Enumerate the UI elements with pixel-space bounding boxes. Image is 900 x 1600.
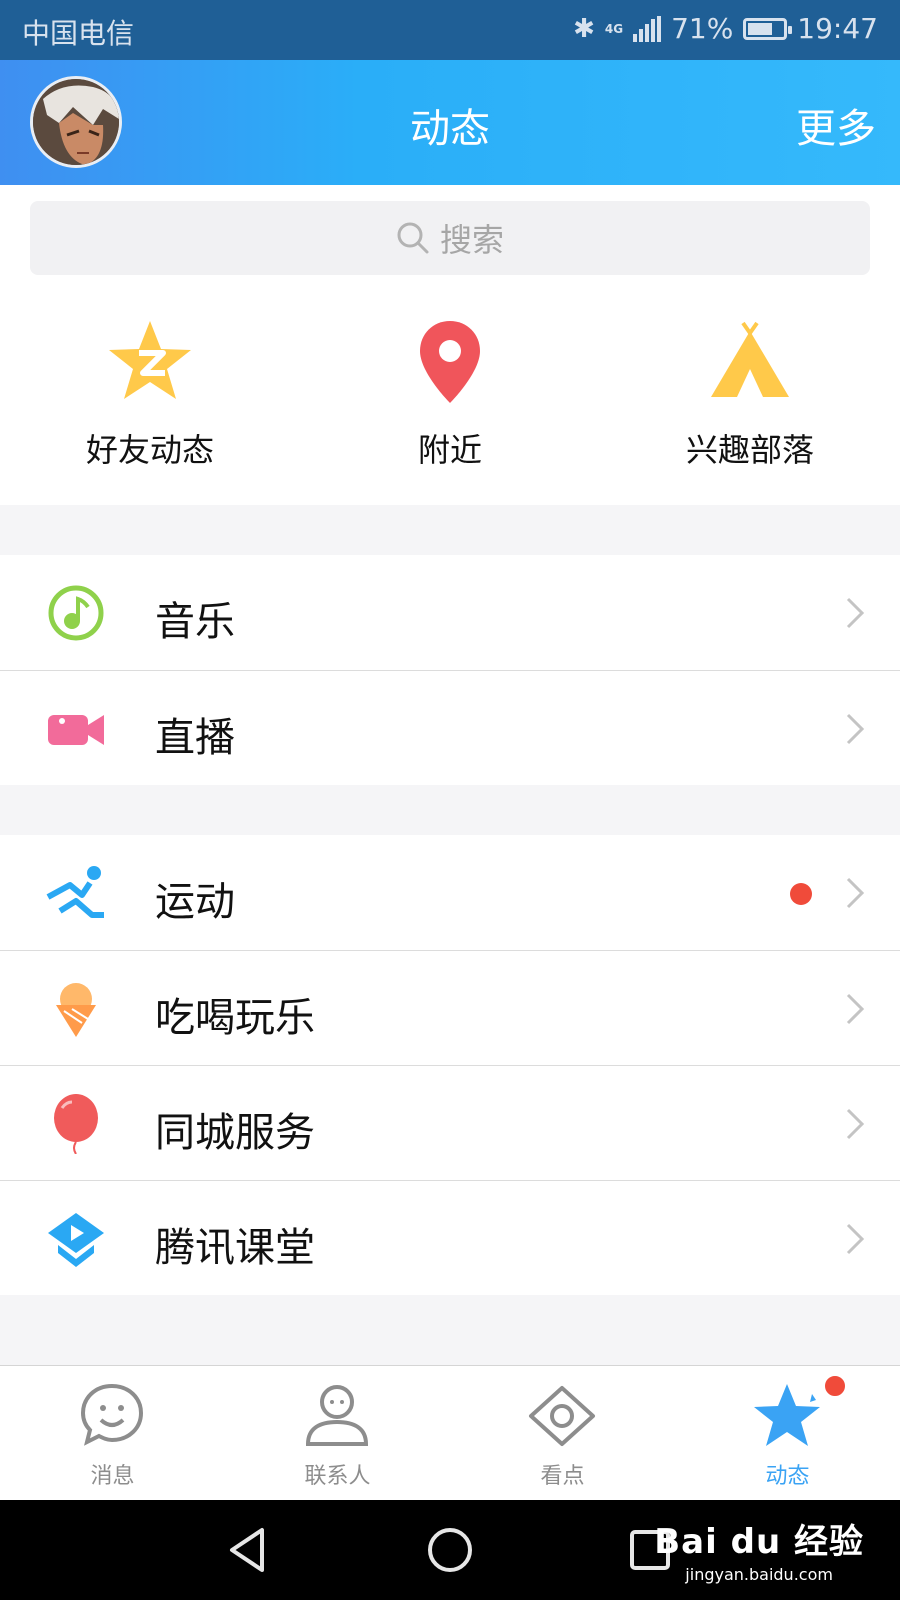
chevron-right-icon <box>846 1223 865 1255</box>
clock: 19:47 <box>797 12 878 45</box>
menu-group-services: 运动 吃喝玩乐 同城服务 腾讯课堂 <box>0 835 900 1295</box>
search-icon <box>397 222 429 254</box>
more-button[interactable]: 更多 <box>796 96 876 154</box>
quick-action-friends-feed[interactable]: 好友动态 <box>0 295 300 505</box>
tab-notification-badge <box>823 1374 847 1398</box>
chevron-right-icon <box>846 713 865 745</box>
running-icon <box>46 866 104 918</box>
watermark-url: jingyan.baidu.com <box>685 1565 833 1584</box>
quick-action-label: 好友动态 <box>85 431 214 469</box>
bottom-tab-bar: 消息 联系人 看点 动态 <box>0 1365 900 1500</box>
battery-percent: 71% <box>671 12 734 45</box>
qzone-star-icon <box>109 321 191 399</box>
chevron-right-icon <box>846 597 865 629</box>
tab-label: 消息 <box>90 1464 135 1489</box>
system-nav-bar: Bai du 经验 jingyan.baidu.com <box>0 1500 900 1600</box>
balloon-icon <box>54 1094 98 1154</box>
video-camera-icon <box>48 715 104 745</box>
menu-item-music[interactable]: 音乐 <box>0 555 900 670</box>
quick-action-label: 附近 <box>417 431 482 469</box>
watermark-logo: Bai du 经验 <box>654 1522 864 1562</box>
chevron-right-icon <box>846 993 865 1025</box>
chevron-right-icon <box>846 1108 865 1140</box>
tab-label: 动态 <box>765 1464 810 1489</box>
menu-item-sports[interactable]: 运动 <box>0 835 900 950</box>
quick-action-interest-tribe[interactable]: 兴趣部落 <box>600 295 900 505</box>
home-icon[interactable] <box>422 1522 478 1578</box>
music-icon <box>48 585 104 641</box>
quick-action-nearby[interactable]: 附近 <box>300 295 600 505</box>
classroom-icon <box>48 1213 104 1267</box>
menu-item-food-fun[interactable]: 吃喝玩乐 <box>0 950 900 1065</box>
quick-action-label: 兴趣部落 <box>685 431 814 469</box>
quick-actions: 好友动态 附近 兴趣部落 <box>0 295 900 505</box>
search-placeholder: 搜索 <box>439 221 504 259</box>
menu-item-label: 同城服务 <box>155 1110 315 1156</box>
person-icon <box>305 1385 369 1446</box>
search-input[interactable]: 搜索 <box>30 201 870 275</box>
back-icon[interactable] <box>222 1522 278 1578</box>
star-icon <box>754 1384 820 1446</box>
menu-item-label: 腾讯课堂 <box>155 1225 315 1271</box>
menu-group-media: 音乐 直播 <box>0 555 900 785</box>
menu-item-local-services[interactable]: 同城服务 <box>0 1065 900 1180</box>
tab-label: 看点 <box>540 1464 585 1489</box>
menu-item-label: 音乐 <box>155 599 235 645</box>
app-header: 动态 更多 <box>0 60 900 185</box>
status-bar: 中国电信 ✱ 4G 71% 19:47 <box>0 0 900 60</box>
tab-label: 联系人 <box>304 1464 371 1489</box>
tab-messages[interactable]: 消息 <box>0 1366 225 1501</box>
status-icons: ✱ 4G 71% 19:47 <box>573 12 878 45</box>
search-area: 搜索 <box>0 185 900 295</box>
menu-item-label: 吃喝玩乐 <box>155 995 315 1041</box>
signal-icon <box>633 15 662 42</box>
eye-icon <box>529 1386 595 1446</box>
notification-dot <box>790 883 812 905</box>
ice-cream-icon <box>56 983 96 1037</box>
watermark: Bai du 经验 jingyan.baidu.com <box>654 1514 864 1584</box>
tab-kandian[interactable]: 看点 <box>450 1366 675 1501</box>
network-type: 4G <box>604 21 624 36</box>
menu-item-label: 直播 <box>155 715 235 761</box>
tab-contacts[interactable]: 联系人 <box>225 1366 450 1501</box>
page-title: 动态 <box>410 106 490 152</box>
carrier-label: 中国电信 <box>22 17 135 50</box>
menu-item-live[interactable]: 直播 <box>0 670 900 785</box>
tab-feed[interactable]: 动态 <box>675 1366 900 1501</box>
chevron-right-icon <box>846 877 865 909</box>
menu-item-tencent-classroom[interactable]: 腾讯课堂 <box>0 1180 900 1295</box>
location-pin-icon <box>420 321 480 403</box>
battery-fill <box>748 22 773 35</box>
battery-icon <box>743 17 793 40</box>
tent-icon <box>711 321 789 397</box>
chat-bubble-icon <box>80 1383 144 1446</box>
menu-item-label: 运动 <box>155 879 235 925</box>
bluetooth-icon: ✱ <box>573 13 595 44</box>
